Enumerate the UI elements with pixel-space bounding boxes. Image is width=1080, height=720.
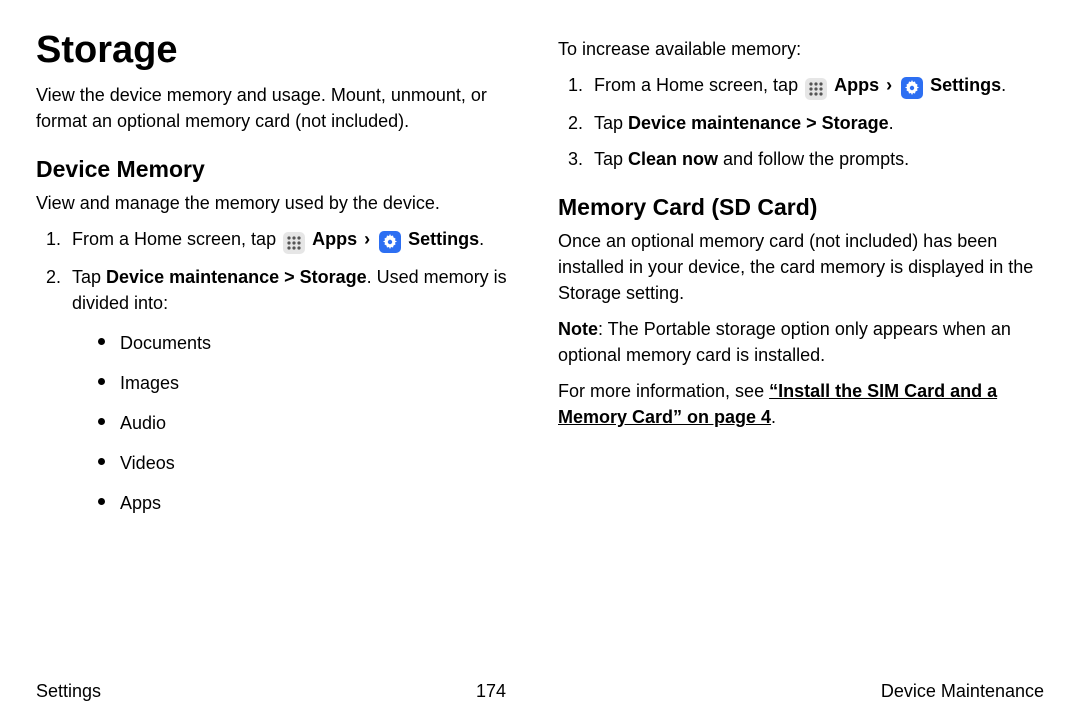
step-1: From a Home screen, tap Apps › Settings.: [66, 226, 522, 254]
footer-page-number: 174: [476, 681, 506, 702]
bullet-documents: Documents: [98, 330, 522, 356]
r-step-1-pre: From a Home screen, tap: [594, 75, 803, 95]
r-step-2: Tap Device maintenance > Storage.: [588, 110, 1044, 136]
increase-memory-steps: From a Home screen, tap Apps › Settings.…: [558, 72, 1044, 172]
device-memory-intro: View and manage the memory used by the d…: [36, 190, 522, 216]
more-info-pre: For more information, see: [558, 381, 769, 401]
settings-icon: [379, 231, 401, 253]
note-label: Note: [558, 319, 598, 339]
memory-card-intro: Once an optional memory card (not includ…: [558, 228, 1044, 306]
r-step-2-bold: Device maintenance > Storage: [628, 113, 889, 133]
device-memory-steps: From a Home screen, tap Apps › Settings.…: [36, 226, 522, 517]
apps-icon: [805, 78, 827, 100]
step-1-pre: From a Home screen, tap: [72, 229, 281, 249]
settings-icon: [901, 77, 923, 99]
period: .: [889, 113, 894, 133]
left-column: Storage View the device memory and usage…: [36, 30, 522, 673]
r-settings-label: Settings: [930, 75, 1001, 95]
apps-icon: [283, 232, 305, 254]
chevron-icon: ›: [362, 229, 372, 249]
apps-label: Apps: [312, 229, 357, 249]
memory-categories-list: Documents Images Audio Videos Apps: [72, 330, 522, 516]
r-step-1: From a Home screen, tap Apps › Settings.: [588, 72, 1044, 100]
note-paragraph: Note: The Portable storage option only a…: [558, 316, 1044, 368]
note-body: : The Portable storage option only appea…: [558, 319, 1011, 365]
chevron-icon: ›: [884, 75, 894, 95]
memory-card-heading: Memory Card (SD Card): [558, 194, 1044, 222]
step-2-pre: Tap: [72, 267, 106, 287]
bullet-audio: Audio: [98, 410, 522, 436]
r-step-3-bold: Clean now: [628, 149, 718, 169]
right-column: To increase available memory: From a Hom…: [558, 30, 1044, 673]
footer-left: Settings: [36, 681, 101, 702]
r-step-2-pre: Tap: [594, 113, 628, 133]
footer-right: Device Maintenance: [881, 681, 1044, 702]
r-apps-label: Apps: [834, 75, 879, 95]
period: .: [1001, 75, 1006, 95]
r-step-3-pre: Tap: [594, 149, 628, 169]
step-2: Tap Device maintenance > Storage. Used m…: [66, 264, 522, 517]
period: .: [479, 229, 484, 249]
r-step-3: Tap Clean now and follow the prompts.: [588, 146, 1044, 172]
settings-label: Settings: [408, 229, 479, 249]
page-title: Storage: [36, 30, 522, 72]
bullet-images: Images: [98, 370, 522, 396]
two-column-layout: Storage View the device memory and usage…: [36, 30, 1044, 673]
manual-page: Storage View the device memory and usage…: [0, 0, 1080, 720]
r-step-3-post: and follow the prompts.: [718, 149, 909, 169]
page-footer: Settings 174 Device Maintenance: [36, 673, 1044, 702]
step-2-bold: Device maintenance > Storage: [106, 267, 367, 287]
bullet-apps: Apps: [98, 490, 522, 516]
more-info-paragraph: For more information, see “Install the S…: [558, 378, 1044, 430]
period: .: [771, 407, 776, 427]
device-memory-heading: Device Memory: [36, 156, 522, 184]
bullet-videos: Videos: [98, 450, 522, 476]
intro-paragraph: View the device memory and usage. Mount,…: [36, 82, 522, 134]
increase-memory-intro: To increase available memory:: [558, 36, 1044, 62]
